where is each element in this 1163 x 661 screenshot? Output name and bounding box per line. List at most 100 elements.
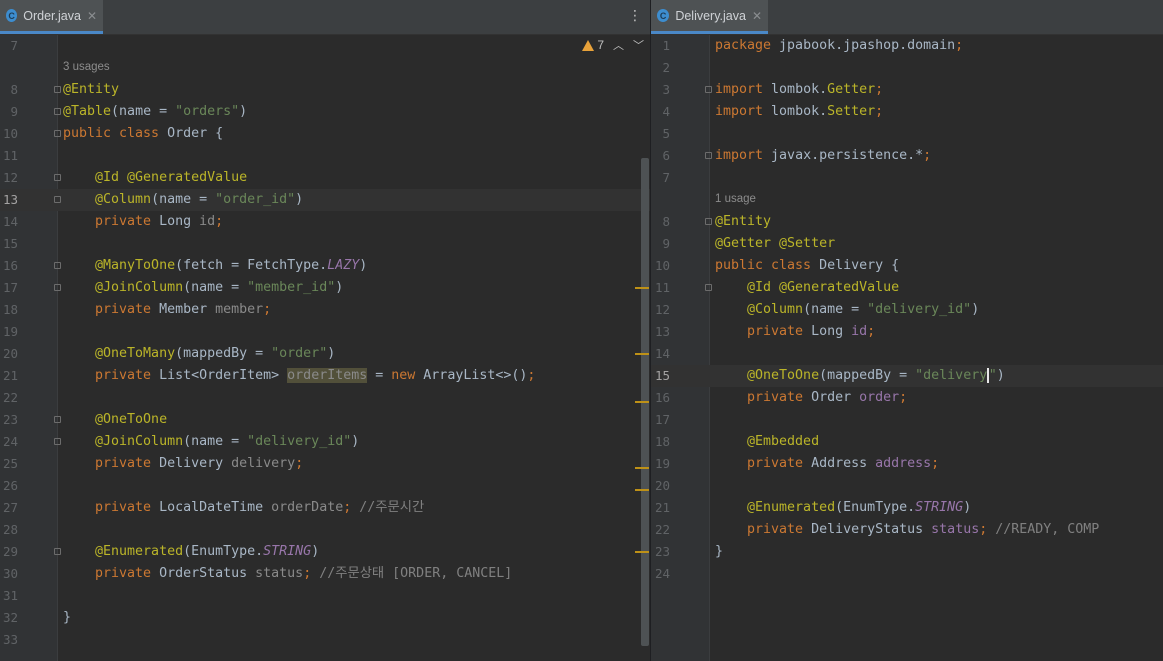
code-line[interactable]: 24 @JoinColumn(name = "delivery_id") — [0, 431, 650, 453]
usage-hint[interactable]: 3 usages — [63, 61, 110, 73]
code-line[interactable]: 8 @Entity — [651, 211, 1163, 233]
chevron-up-icon[interactable]: ︿ — [613, 37, 624, 53]
fold-marker-icon[interactable] — [54, 196, 61, 203]
code-line[interactable]: 8 @Entity — [0, 79, 650, 101]
code-line[interactable]: 17 @JoinColumn(name = "member_id") — [0, 277, 650, 299]
code-line[interactable]: 16 @ManyToOne(fetch = FetchType.LAZY) — [0, 255, 650, 277]
code-line[interactable]: 18 @Embedded — [651, 431, 1163, 453]
scroll-marker[interactable] — [635, 489, 649, 491]
code-line[interactable]: 4 import lombok.Setter; — [651, 101, 1163, 123]
code-line[interactable]: 24 — [651, 563, 1163, 585]
scroll-marker[interactable] — [635, 467, 649, 469]
code-line[interactable]: 6 import javax.persistence.*; — [651, 145, 1163, 167]
code-line[interactable]: 28 — [0, 519, 650, 541]
code-line[interactable]: 31 — [0, 585, 650, 607]
fold-marker-icon[interactable] — [705, 218, 712, 225]
fold-marker-icon[interactable] — [705, 152, 712, 159]
code-line[interactable]: 21 private List<OrderItem> orderItems = … — [0, 365, 650, 387]
code-line[interactable]: 18 private Member member; — [0, 299, 650, 321]
code-line[interactable]: 9 @Table(name = "orders") — [0, 101, 650, 123]
tab-order-java[interactable]: C Order.java ✕ — [0, 0, 103, 34]
code-line[interactable]: 25 private Delivery delivery; — [0, 453, 650, 475]
code-line[interactable]: 3 import lombok.Getter; — [651, 79, 1163, 101]
code-token: lombok. — [771, 82, 828, 97]
code-text: @Enumerated(EnumType.STRING) — [63, 541, 319, 563]
code-line[interactable]: 33 — [0, 629, 650, 651]
code-token: @Enumerated — [63, 544, 184, 559]
code-token: @Id @GeneratedValue — [715, 280, 900, 295]
code-line[interactable]: 13 @Column(name = "order_id") — [0, 189, 650, 211]
code-line[interactable]: 20 — [651, 475, 1163, 497]
code-line[interactable]: 13 private Long id; — [651, 321, 1163, 343]
code-line[interactable]: 12 @Id @GeneratedValue — [0, 167, 650, 189]
code-token: new — [391, 368, 424, 383]
code-line[interactable]: 29 @Enumerated(EnumType.STRING) — [0, 541, 650, 563]
line-number: 8 — [10, 82, 18, 97]
code-line[interactable]: 2 — [651, 57, 1163, 79]
code-line[interactable]: 5 — [651, 123, 1163, 145]
fold-marker-icon[interactable] — [54, 548, 61, 555]
close-icon[interactable]: ✕ — [752, 9, 762, 23]
code-line[interactable]: 14 — [651, 343, 1163, 365]
code-line[interactable]: 17 — [651, 409, 1163, 431]
code-line[interactable]: 11 @Id @GeneratedValue — [651, 277, 1163, 299]
code-line[interactable]: 27 private LocalDateTime orderDate; //주문… — [0, 497, 650, 519]
line-number: 14 — [654, 346, 670, 361]
code-token: private — [63, 500, 160, 515]
scroll-marker[interactable] — [635, 353, 649, 355]
code-line[interactable]: 22 private DeliveryStatus status; //READ… — [651, 519, 1163, 541]
fold-marker-icon[interactable] — [54, 174, 61, 181]
warning-count: 7 — [597, 38, 604, 52]
tab-delivery-java[interactable]: C Delivery.java ✕ — [651, 0, 768, 34]
code-text: @Id @GeneratedValue — [715, 277, 899, 299]
code-line[interactable]: 26 — [0, 475, 650, 497]
code-line[interactable]: 11 — [0, 145, 650, 167]
fold-marker-icon[interactable] — [54, 108, 61, 115]
code-token: "delivery_id" — [867, 302, 972, 317]
code-line[interactable]: 16 private Order order; — [651, 387, 1163, 409]
close-icon[interactable]: ✕ — [87, 9, 97, 23]
fold-marker-icon[interactable] — [54, 416, 61, 423]
code-line[interactable]: 10 public class Delivery { — [651, 255, 1163, 277]
fold-marker-icon[interactable] — [54, 284, 61, 291]
code-line[interactable]: 23} — [651, 541, 1163, 563]
code-token: jpabook.jpashop.domain — [779, 38, 956, 53]
code-line[interactable]: 9 @Getter @Setter — [651, 233, 1163, 255]
code-line[interactable]: 21 @Enumerated(EnumType.STRING) — [651, 497, 1163, 519]
code-line[interactable]: 14 private Long id; — [0, 211, 650, 233]
scroll-marker[interactable] — [635, 287, 649, 289]
code-line[interactable]: 10 public class Order { — [0, 123, 650, 145]
code-token: Getter — [827, 82, 876, 97]
code-line[interactable]: 19 private Address address; — [651, 453, 1163, 475]
fold-marker-icon[interactable] — [54, 130, 61, 137]
code-line[interactable]: 15 — [0, 233, 650, 255]
code-line[interactable]: 7 — [0, 35, 650, 57]
scroll-marker[interactable] — [635, 401, 649, 403]
fold-marker-icon[interactable] — [54, 262, 61, 269]
code-line[interactable]: 15 @OneToOne(mappedBy = "delivery ") — [651, 365, 1163, 387]
line-number: 19 — [654, 456, 670, 471]
chevron-down-icon[interactable]: ﹀ — [633, 37, 644, 53]
code-line[interactable]: 12 @Column(name = "delivery_id") — [651, 299, 1163, 321]
code-token: ; — [263, 302, 272, 317]
fold-marker-icon[interactable] — [54, 86, 61, 93]
code-line[interactable]: 1 package jpabook.jpashop.domain; — [651, 35, 1163, 57]
more-options-icon[interactable]: ⋮ — [628, 9, 642, 23]
inspection-widget[interactable]: 7 ︿ ﹀ — [582, 37, 644, 53]
fold-marker-icon[interactable] — [705, 284, 712, 291]
line-number: 8 — [662, 214, 670, 229]
code-line[interactable]: 19 — [0, 321, 650, 343]
scroll-marker[interactable] — [635, 551, 649, 553]
code-token: List<OrderItem> — [159, 368, 288, 383]
code-line[interactable]: 7 — [651, 167, 1163, 189]
code-line[interactable]: 22 — [0, 387, 650, 409]
code-token: @Column — [715, 302, 804, 317]
usage-hint[interactable]: 1 usage — [715, 193, 756, 205]
code-token: Long — [159, 214, 200, 229]
code-line[interactable]: 20 @OneToMany(mappedBy = "order") — [0, 343, 650, 365]
code-line[interactable]: 32} — [0, 607, 650, 629]
code-line[interactable]: 23 @OneToOne — [0, 409, 650, 431]
code-line[interactable]: 30 private OrderStatus status; //주문상태 [O… — [0, 563, 650, 585]
fold-marker-icon[interactable] — [705, 86, 712, 93]
fold-marker-icon[interactable] — [54, 438, 61, 445]
